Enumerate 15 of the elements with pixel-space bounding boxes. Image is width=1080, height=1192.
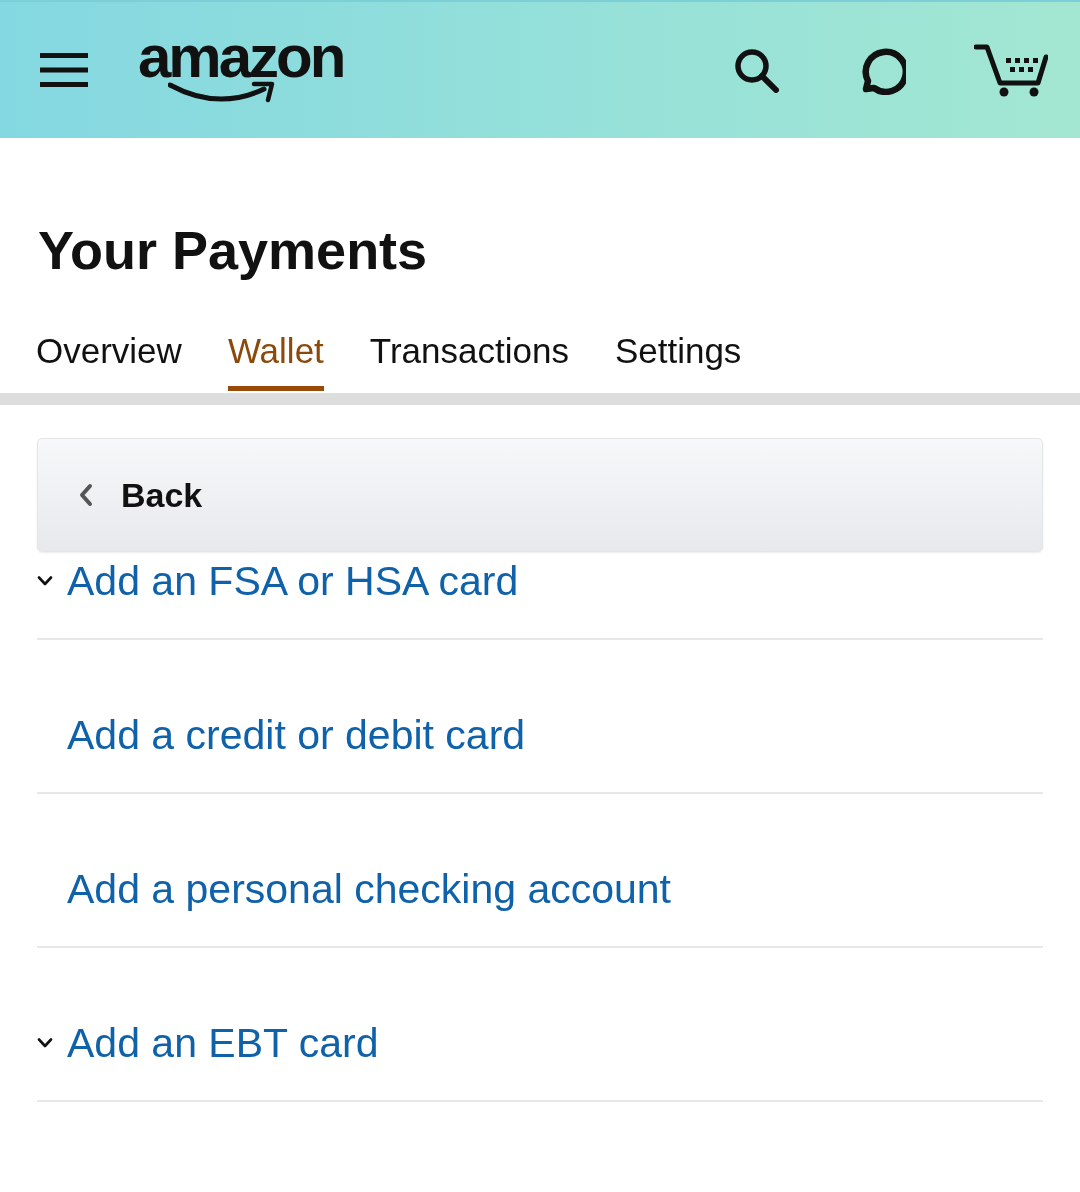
logo-link[interactable]: amazon [138, 31, 344, 103]
option-link[interactable]: Add a personal checking account [67, 865, 671, 913]
accordion-toggle[interactable]: Add an FSA or HSA card [37, 557, 519, 605]
page-title: Your Payments [38, 219, 428, 282]
search-icon[interactable] [734, 47, 779, 93]
menu-icon[interactable] [40, 53, 88, 87]
cart-icon[interactable] [974, 43, 1048, 97]
option-link[interactable]: Add a credit or debit card [67, 711, 526, 759]
tab[interactable]: Overview [36, 330, 182, 391]
chevron-left-icon [79, 483, 93, 507]
accordion-toggle[interactable]: Add an EBT card [37, 1019, 379, 1067]
tab[interactable]: Transactions [369, 330, 569, 391]
smile-arrow-icon [168, 81, 276, 103]
back-button[interactable]: Back [37, 438, 1043, 552]
tab[interactable]: Settings [614, 330, 742, 391]
